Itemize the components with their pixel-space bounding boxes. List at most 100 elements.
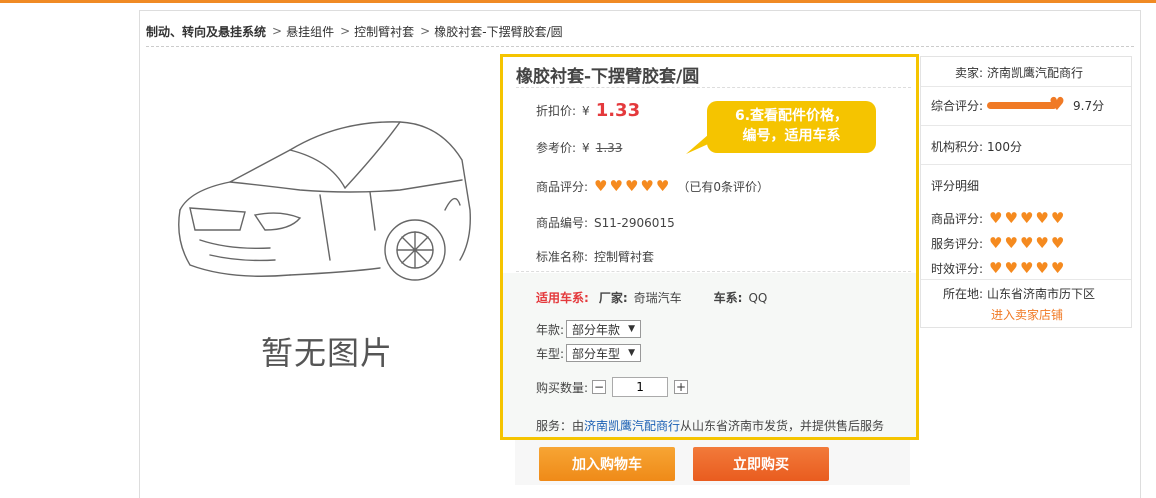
- seller-divider: [921, 164, 1131, 165]
- currency-symbol: ¥: [582, 103, 590, 118]
- location-row: 所在地: 山东省济南市历下区: [943, 285, 1095, 302]
- fitment-row: 适用车系: 厂家: 奇瑞汽车 车系: QQ: [536, 289, 767, 306]
- section-divider: [516, 271, 911, 272]
- service-score-label: 服务评分:: [931, 237, 984, 251]
- breadcrumb-item-part-type[interactable]: 控制臂衬套: [354, 23, 414, 40]
- discount-price-row: 折扣价: ¥ 1.33: [536, 100, 640, 121]
- rating-detail-title: 评分明细: [931, 179, 980, 193]
- title-divider: [516, 87, 911, 88]
- currency-symbol: ¥: [582, 140, 590, 155]
- dropdown-arrow-icon: ▼: [628, 348, 635, 358]
- reference-price-row: 参考价: ¥ 1.33: [536, 139, 622, 156]
- rating-hearts: ♥ ♥ ♥ ♥ ♥: [989, 236, 1064, 251]
- heart-icon: ♥: [989, 209, 1003, 227]
- model-label: 车型:: [536, 346, 565, 361]
- heart-icon: ♥: [989, 259, 1003, 277]
- heart-icon: ♥: [1035, 259, 1049, 277]
- service-seller-link[interactable]: 济南凯鹰汽配商行: [584, 417, 680, 434]
- breadcrumb-divider: [146, 46, 1134, 47]
- standard-name: 控制臂衬套: [594, 250, 655, 264]
- product-code-row: 商品编号: S11-2906015: [536, 214, 675, 231]
- fitment-label: 适用车系:: [536, 291, 589, 305]
- breadcrumb-item-subcategory[interactable]: 悬挂组件: [286, 23, 334, 40]
- callout-line-1: 6.查看配件价格，: [734, 108, 849, 124]
- breadcrumb-item-current: 橡胶衬套-下摆臂胶套/圆: [434, 24, 563, 39]
- model-select-value: 部分车型: [572, 346, 621, 361]
- model-row: 车型: 部分车型 ▼: [536, 344, 641, 362]
- timely-score-label: 时效评分:: [931, 262, 984, 276]
- seller-name-label: 卖家:: [955, 66, 984, 80]
- quantity-label: 购买数量:: [536, 380, 589, 395]
- discount-price: 1.33: [595, 100, 641, 121]
- heart-icon: ♥: [989, 234, 1003, 252]
- product-rating-row: 商品评分: ♥ ♥ ♥ ♥ ♥ （已有0条评价）: [536, 178, 769, 195]
- heart-icon: ♥: [1019, 234, 1034, 252]
- heart-icon: ♥: [640, 177, 654, 195]
- quantity-decrease-button[interactable]: −: [592, 380, 607, 394]
- quantity-input[interactable]: [612, 377, 669, 397]
- breadcrumb-separator: >: [272, 24, 283, 38]
- timely-score-row: 时效评分: ♥ ♥ ♥ ♥ ♥: [931, 260, 1064, 277]
- quantity-increase-button[interactable]: +: [674, 380, 689, 394]
- maker-label: 厂家:: [598, 291, 628, 305]
- detail-title: 评分明细: [931, 177, 979, 194]
- service-suffix: 从山东省济南市发货，并提供售后服务: [680, 419, 885, 433]
- overall-score: 9.7分: [1073, 99, 1105, 113]
- heart-icon: ♥: [1035, 234, 1049, 252]
- add-to-cart-button[interactable]: 加入购物车: [539, 447, 675, 481]
- seller-name: 济南凯鹰汽配商行: [987, 66, 1084, 80]
- standard-name-row: 标准名称: 控制臂衬套: [536, 248, 654, 265]
- heart-icon: ♥: [624, 177, 639, 195]
- service-row: 服务：由 济南凯鹰汽配商行 从山东省济南市发货，并提供售后服务: [536, 417, 884, 434]
- callout-line-2: 编号，适用车系: [742, 128, 841, 144]
- heart-icon: ♥: [1019, 209, 1034, 227]
- seller-divider: [921, 279, 1131, 280]
- breadcrumb-separator: >: [340, 24, 351, 38]
- heart-icon: ♥: [1035, 209, 1049, 227]
- org-score-label: 机构积分:: [931, 140, 984, 154]
- rating-hearts: ♥ ♥ ♥ ♥ ♥: [989, 261, 1064, 276]
- heart-icon: ♥: [1048, 94, 1066, 115]
- year-label: 年款:: [536, 322, 565, 337]
- product-rating-label: 商品评分:: [536, 180, 589, 194]
- heart-icon: ♥: [1050, 234, 1065, 252]
- model-select[interactable]: 部分车型 ▼: [566, 344, 641, 362]
- score-bar: ♥: [987, 96, 1065, 114]
- product-title: 橡胶衬套-下摆臂胶套/圆: [516, 67, 700, 87]
- year-select-value: 部分年款: [572, 322, 621, 337]
- location-label: 所在地:: [943, 287, 984, 301]
- breadcrumb-item-category[interactable]: 制动、转向及悬挂系统: [146, 23, 266, 40]
- year-row: 年款: 部分年款 ▼: [536, 320, 641, 338]
- breadcrumb-separator: >: [420, 24, 431, 38]
- series-label: 车系:: [713, 291, 743, 305]
- breadcrumb: 制动、转向及悬挂系统 > 悬挂组件 > 控制臂衬套 > 橡胶衬套-下摆臂胶套/圆: [146, 22, 563, 40]
- service-prefix: 服务：由: [536, 419, 585, 433]
- overall-score-label: 综合评分:: [931, 99, 984, 113]
- standard-name-label: 标准名称:: [536, 250, 589, 264]
- org-score-row: 机构积分: 100分: [931, 138, 1022, 155]
- heart-icon: ♥: [655, 177, 670, 195]
- seller-info-panel: 卖家: 济南凯鹰汽配商行 综合评分: ♥ 9.7分 机构积分: 100分 评分明…: [920, 56, 1132, 328]
- heart-icon: ♥: [594, 177, 608, 195]
- overall-score-row: 综合评分: ♥ 9.7分: [931, 96, 1105, 114]
- heart-icon: ♥: [1004, 209, 1018, 227]
- heart-icon: ♥: [609, 177, 623, 195]
- heart-icon: ♥: [1004, 259, 1018, 277]
- enter-store-link[interactable]: 进入卖家店铺: [991, 306, 1063, 323]
- rating-hearts: ♥ ♥ ♥ ♥ ♥: [989, 211, 1064, 226]
- heart-icon: ♥: [1004, 234, 1018, 252]
- no-image-text: 暂无图片: [260, 334, 393, 372]
- heart-icon: ♥: [1050, 209, 1065, 227]
- discount-price-label: 折扣价:: [536, 104, 577, 118]
- org-score: 100分: [987, 140, 1022, 154]
- year-select[interactable]: 部分年款 ▼: [566, 320, 641, 338]
- rating-count: （已有0条评价）: [677, 180, 769, 194]
- rating-hearts: ♥ ♥ ♥ ♥ ♥: [594, 179, 669, 194]
- buy-now-button[interactable]: 立即购买: [693, 447, 829, 481]
- series-value: QQ: [748, 290, 768, 305]
- car-sketch-image: [178, 121, 471, 281]
- goods-score-row: 商品评分: ♥ ♥ ♥ ♥ ♥: [931, 210, 1064, 227]
- product-code: S11-2906015: [594, 215, 675, 230]
- seller-divider: [921, 86, 1131, 87]
- location: 山东省济南市历下区: [987, 287, 1096, 301]
